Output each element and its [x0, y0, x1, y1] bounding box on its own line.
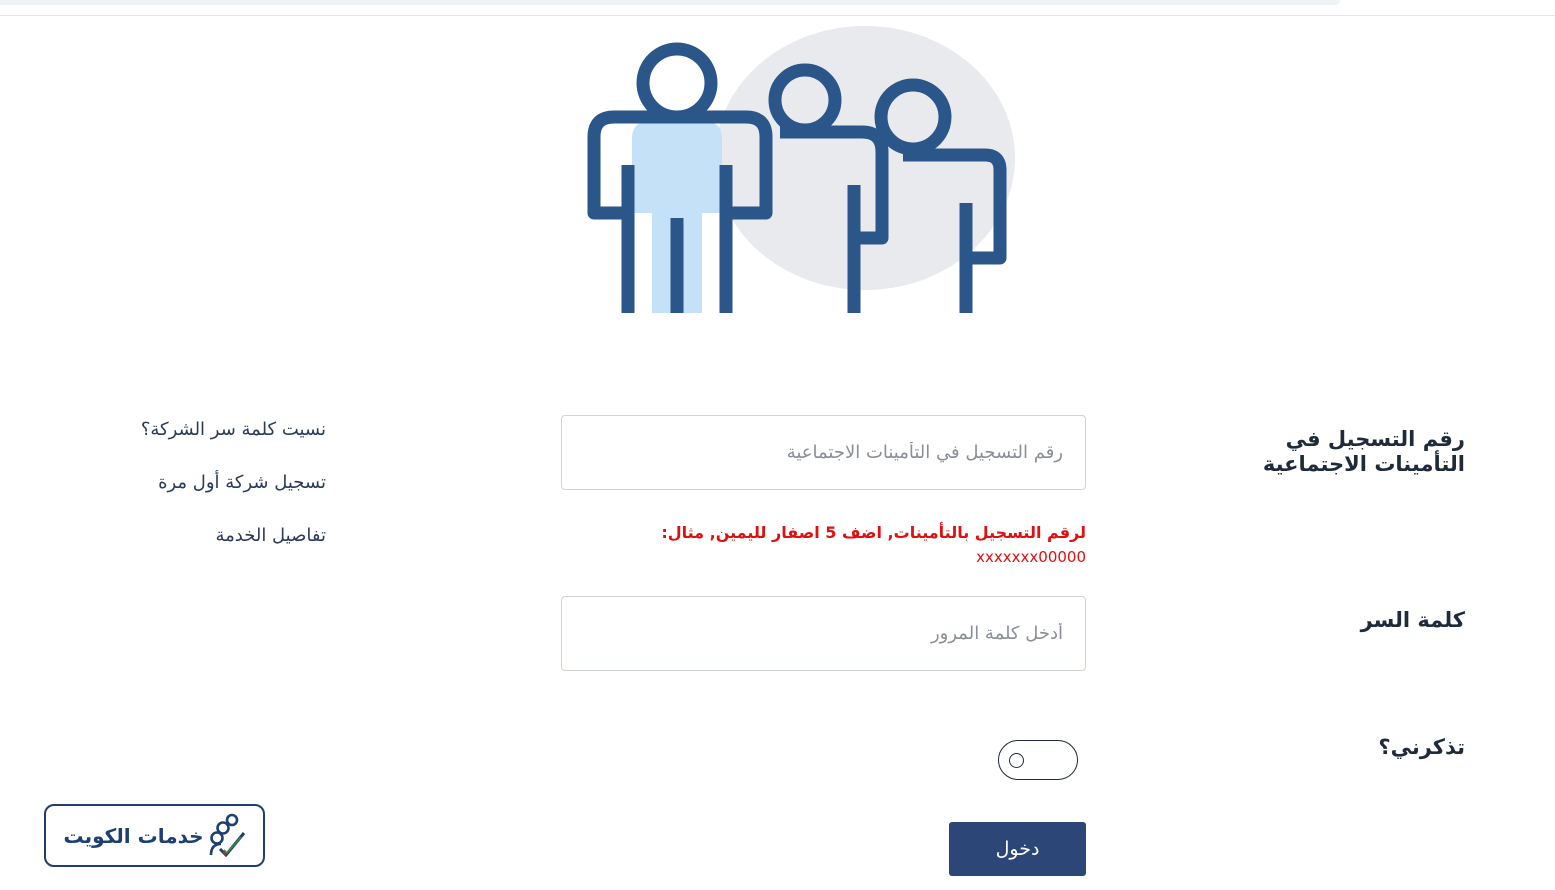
side-links: نسيت كلمة سر الشركة؟ تسجيل شركة أول مرة … [100, 415, 326, 574]
kuwait-services-logo: خدمات الكويت [44, 804, 265, 867]
register-company-link[interactable]: تسجيل شركة أول مرة [100, 468, 326, 521]
hint-text: لرقم التسجيل بالتأمينات, اضف 5 اصفار للي… [661, 523, 1086, 542]
people-group-icon [587, 26, 1015, 313]
logo-text: خدمات الكويت [63, 823, 204, 848]
toggle-knob [1009, 753, 1024, 768]
top-strip [0, 0, 1340, 5]
registration-hint: لرقم التسجيل بالتأمينات, اضف 5 اصفار للي… [561, 521, 1086, 569]
password-input[interactable] [561, 596, 1086, 671]
login-page: رقم التسجيل في التأمينات الاجتماعية كلمة… [0, 0, 1555, 890]
forgot-password-link[interactable]: نسيت كلمة سر الشركة؟ [100, 415, 326, 468]
remember-label: تذكرني؟ [1378, 735, 1465, 759]
registration-number-input[interactable] [561, 415, 1086, 490]
hint-example: xxxxxxx00000 [976, 547, 1086, 566]
remember-toggle[interactable] [998, 740, 1078, 780]
login-button[interactable]: دخول [949, 822, 1086, 876]
service-details-link[interactable]: تفاصيل الخدمة [100, 521, 326, 574]
people-check-icon [209, 813, 245, 857]
registration-label: رقم التسجيل في التأمينات الاجتماعية [1262, 427, 1465, 477]
top-divider [0, 15, 1555, 16]
password-label: كلمة السر [1360, 608, 1465, 632]
